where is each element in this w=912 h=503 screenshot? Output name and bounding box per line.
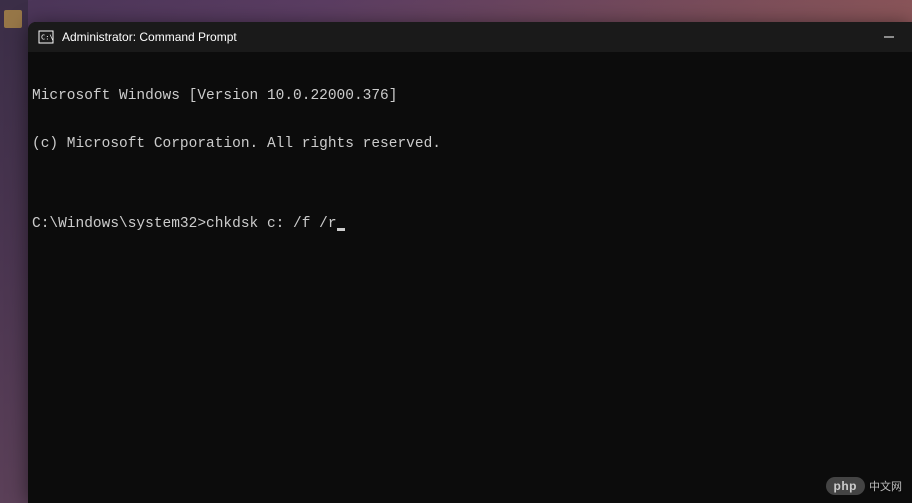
prompt-line: C:\Windows\system32>chkdsk c: /f /r: [32, 216, 912, 232]
desktop-taskbar-icon: [4, 10, 22, 28]
prompt-text: C:\Windows\system32>: [32, 216, 206, 232]
minimize-button[interactable]: [866, 22, 912, 52]
terminal-output-area[interactable]: Microsoft Windows [Version 10.0.22000.37…: [28, 52, 912, 503]
cmd-app-icon: C:\: [38, 29, 54, 45]
svg-text:C:\: C:\: [41, 34, 54, 42]
command-input: chkdsk c: /f /r: [206, 216, 337, 232]
watermark: php 中文网: [826, 477, 903, 495]
version-line: Microsoft Windows [Version 10.0.22000.37…: [32, 88, 912, 104]
copyright-line: (c) Microsoft Corporation. All rights re…: [32, 136, 912, 152]
text-cursor: [337, 228, 345, 231]
watermark-text: 中文网: [869, 478, 902, 494]
window-controls: [866, 22, 912, 52]
window-titlebar[interactable]: C:\ Administrator: Command Prompt: [28, 22, 912, 52]
command-prompt-window: C:\ Administrator: Command Prompt Micros…: [28, 22, 912, 503]
watermark-badge: php: [826, 477, 866, 495]
window-title: Administrator: Command Prompt: [62, 30, 866, 44]
